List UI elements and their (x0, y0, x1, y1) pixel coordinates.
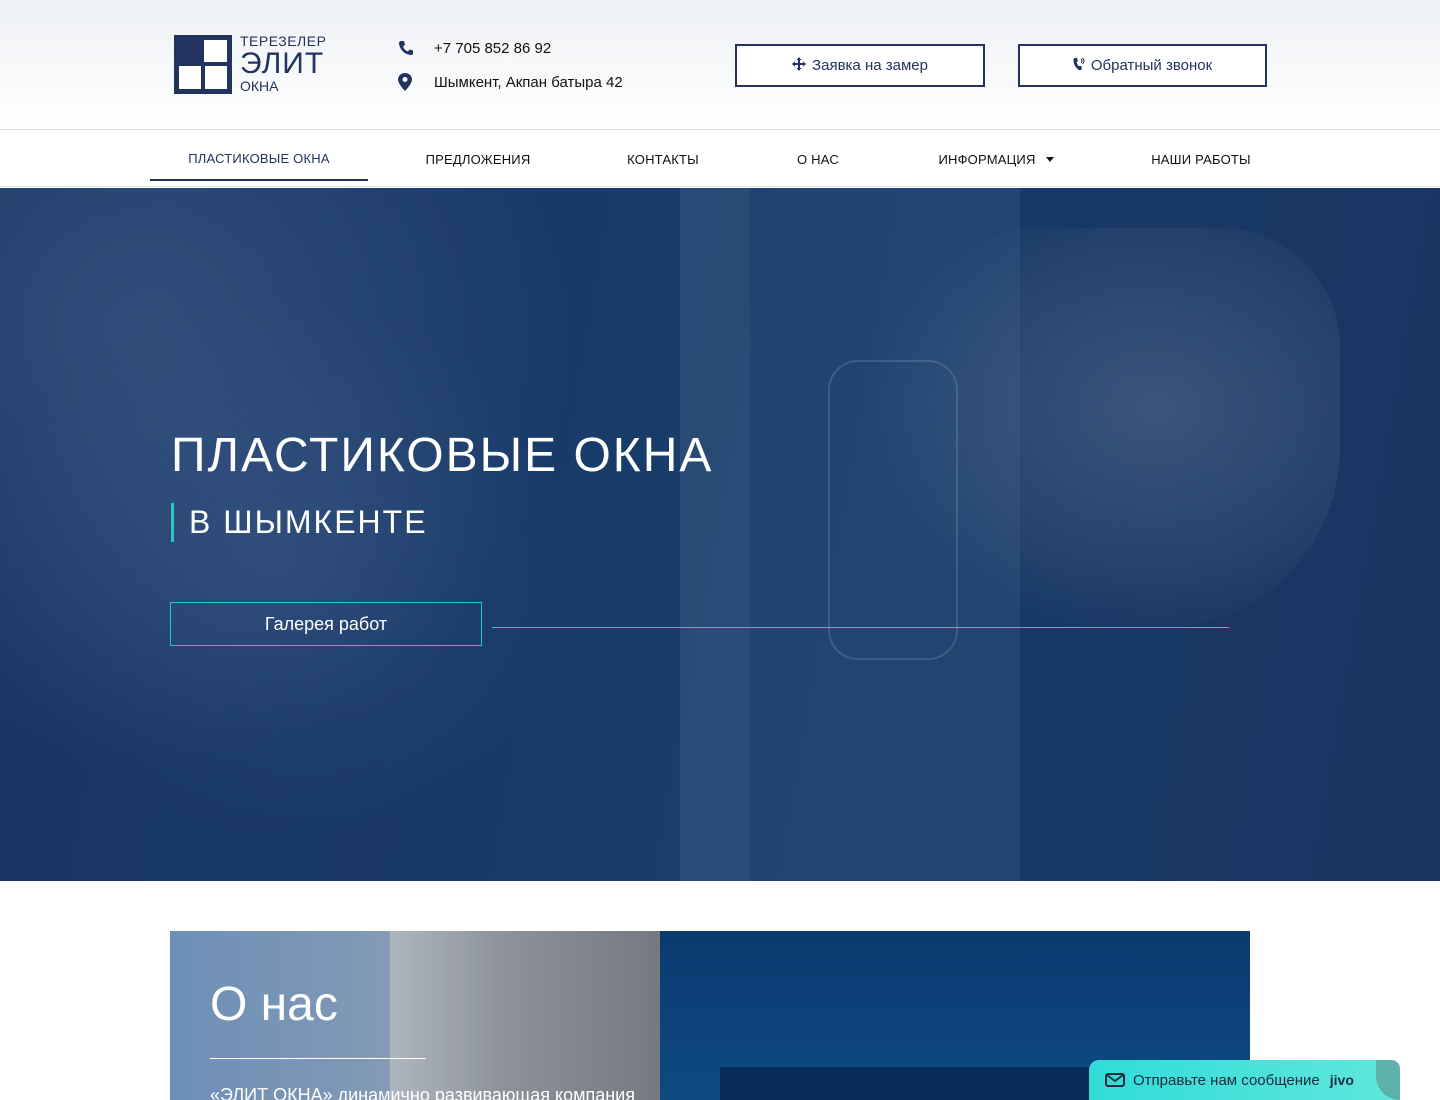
about-section: О нас «ЭЛИТ ОКНА» динамично развивающая … (170, 931, 1250, 1100)
logo-line3: ОКНА (240, 78, 279, 94)
nav-item-information-label: ИНФОРМАЦИЯ (938, 151, 1036, 167)
header-phone[interactable]: +7 705 852 86 92 (398, 38, 551, 58)
envelope-icon (1105, 1073, 1125, 1087)
phone-number[interactable]: +7 705 852 86 92 (434, 40, 551, 57)
hero-title: ПЛАСТИКОВЫЕ ОКНА (171, 429, 714, 482)
chat-brand-logo: jivo (1329, 1072, 1354, 1088)
callback-button[interactable]: Обратный звонок (1018, 44, 1267, 87)
nav-item-contacts[interactable]: КОНТАКТЫ (588, 131, 738, 187)
address-text: Шымкент, Акпан батыра 42 (434, 73, 623, 91)
chat-widget-button[interactable]: Отправьте нам сообщение jivo (1089, 1060, 1400, 1100)
nav-item-information[interactable]: ИНФОРМАЦИЯ (898, 131, 1094, 187)
measure-request-button[interactable]: Заявка на замер (735, 44, 985, 87)
caret-down-icon (1045, 156, 1054, 162)
header-address: Шымкент, Акпан батыра 42 (398, 72, 623, 92)
about-divider (210, 1058, 426, 1059)
phone-icon (398, 39, 422, 57)
main-nav: ПЛАСТИКОВЫЕ ОКНА ПРЕДЛОЖЕНИЯ КОНТАКТЫ О … (0, 131, 1440, 187)
about-image-sill (390, 931, 660, 1100)
nav-item-about[interactable]: О НАС (738, 131, 898, 187)
gallery-button[interactable]: Галерея работ (170, 602, 482, 646)
logo-mark-icon (174, 35, 232, 94)
location-pin-icon (398, 73, 422, 91)
nav-item-offers[interactable]: ПРЕДЛОЖЕНИЯ (368, 131, 588, 187)
chat-label: Отправьте нам сообщение (1133, 1071, 1320, 1089)
nav-item-plastic-windows[interactable]: ПЛАСТИКОВЫЕ ОКНА (150, 131, 368, 181)
callback-label: Обратный звонок (1090, 57, 1213, 74)
move-arrows-icon (792, 56, 807, 75)
logo[interactable]: ТЕРЕЗЕЛЕР ЭЛИТ ОКНА (174, 34, 326, 98)
about-text: «ЭЛИТ ОКНА» динамично развивающая компан… (210, 1085, 635, 1100)
nav-item-our-works[interactable]: НАШИ РАБОТЫ (1094, 131, 1308, 187)
chat-corner-decoration (1376, 1060, 1400, 1100)
logo-text: ТЕРЕЗЕЛЕР ЭЛИТ ОКНА (240, 34, 326, 94)
hero-divider (492, 627, 1229, 628)
about-title: О нас (210, 978, 338, 1031)
measure-request-label: Заявка на замер (812, 57, 928, 74)
hero-subtitle: В ШЫМКЕНТЕ (171, 503, 428, 542)
logo-line2: ЭЛИТ (240, 47, 325, 80)
header: ТЕРЕЗЕЛЕР ЭЛИТ ОКНА +7 705 852 86 92 Шым… (0, 0, 1440, 130)
phone-volume-icon (1073, 57, 1085, 75)
